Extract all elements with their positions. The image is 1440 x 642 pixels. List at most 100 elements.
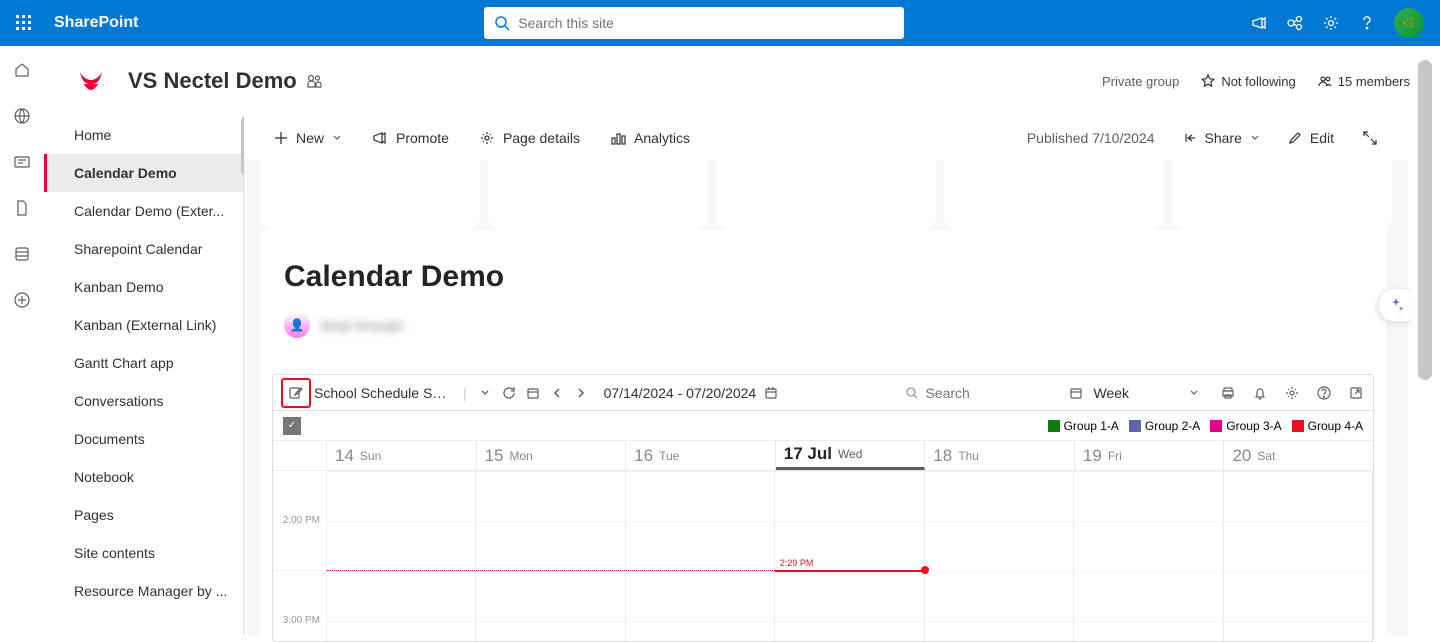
page-scrollbar[interactable] (1418, 60, 1432, 380)
now-label: 2:29 PM (780, 558, 814, 568)
analytics-label: Analytics (634, 130, 690, 146)
gear-icon (479, 130, 495, 146)
calendar-search-input[interactable] (925, 385, 1045, 401)
nav-item[interactable]: Documents (44, 420, 243, 458)
help-icon[interactable] (1315, 384, 1333, 402)
follow-button[interactable]: Not following (1201, 74, 1295, 89)
view-selector[interactable]: Week (1069, 385, 1199, 401)
open-external-icon[interactable] (1347, 384, 1365, 402)
content-card: Calendar Demo 👤 Sergi Sinyugin School Sc… (260, 230, 1386, 635)
connections-icon[interactable] (1286, 14, 1304, 32)
analytics-button[interactable]: Analytics (610, 130, 690, 146)
select-all-checkbox[interactable]: ✓ (283, 417, 301, 435)
user-avatar[interactable]: 🌿 (1394, 8, 1424, 38)
copilot-button[interactable] (1378, 288, 1412, 322)
calendar-search[interactable] (905, 385, 1045, 401)
view-label: Week (1093, 385, 1129, 401)
day-header[interactable]: 20Sat (1224, 441, 1373, 470)
day-header[interactable]: 15Mon (477, 441, 627, 470)
day-header[interactable]: 14Sun (327, 441, 477, 470)
next-icon[interactable] (572, 384, 590, 402)
prev-icon[interactable] (548, 384, 566, 402)
edit-webpart-button[interactable] (281, 378, 311, 408)
today-icon[interactable] (524, 384, 542, 402)
day-header[interactable]: 16Tue (626, 441, 776, 470)
edit-button[interactable]: Edit (1288, 130, 1334, 146)
members-button[interactable]: 15 members (1318, 74, 1410, 89)
day-header[interactable]: 19Fri (1075, 441, 1225, 470)
page-title: Calendar Demo (284, 260, 1386, 294)
nav-item[interactable]: Pages (44, 496, 243, 534)
legend-item[interactable]: Group 1-A (1048, 419, 1119, 433)
share-button[interactable]: Share (1183, 130, 1260, 146)
site-logo[interactable] (74, 64, 108, 98)
tab-placeholder (944, 160, 1164, 230)
nav-item[interactable]: Home (44, 116, 243, 154)
chevron-down-icon[interactable] (476, 384, 494, 402)
nav-item[interactable]: Site contents (44, 534, 243, 572)
calendar-body[interactable]: 2:00 PM3:00 PM 2:29 PM (273, 471, 1373, 641)
promote-button[interactable]: Promote (372, 130, 449, 146)
chevron-down-icon (332, 133, 342, 143)
lists-icon[interactable] (12, 244, 32, 264)
create-icon[interactable] (12, 290, 32, 310)
app-launcher-icon[interactable] (8, 7, 40, 39)
help-icon[interactable] (1358, 14, 1376, 32)
bell-icon[interactable] (1251, 384, 1269, 402)
nav-item[interactable]: Resource Manager by ... (44, 572, 243, 610)
author-avatar[interactable]: 👤 (284, 312, 310, 338)
home-icon[interactable] (12, 60, 32, 80)
legend-item[interactable]: Group 3-A (1210, 419, 1281, 433)
nav-item[interactable]: Notebook (44, 458, 243, 496)
site-title[interactable]: VS Nectel Demo (128, 68, 297, 94)
print-icon[interactable] (1219, 384, 1237, 402)
page-body: Calendar Demo 👤 Sergi Sinyugin School Sc… (244, 160, 1408, 635)
globe-icon[interactable] (12, 106, 32, 126)
brand-label[interactable]: SharePoint (54, 14, 138, 32)
calendar-widget: School Schedule Septe... | 07/14/2024 - … (272, 374, 1374, 642)
plus-icon (274, 131, 288, 145)
nav-item[interactable]: Calendar Demo (Exter... (44, 192, 243, 230)
search-input[interactable] (518, 15, 894, 31)
site-meta: Private group Not following 15 members (1102, 74, 1410, 89)
nav-item[interactable]: Conversations (44, 382, 243, 420)
nav-item[interactable]: Kanban (External Link) (44, 306, 243, 344)
date-picker-icon[interactable] (762, 384, 780, 402)
nav-item[interactable]: Kanban Demo (44, 268, 243, 306)
date-range[interactable]: 07/14/2024 - 07/20/2024 (604, 385, 757, 401)
refresh-icon[interactable] (500, 384, 518, 402)
news-icon[interactable] (12, 152, 32, 172)
follow-label: Not following (1221, 74, 1295, 89)
settings-icon[interactable] (1322, 14, 1340, 32)
suite-actions: 🌿 (1250, 8, 1424, 38)
megaphone-icon[interactable] (1250, 14, 1268, 32)
people-icon (1318, 74, 1332, 88)
search-box[interactable] (484, 7, 904, 39)
privacy-label: Private group (1102, 74, 1179, 89)
settings-icon[interactable] (1283, 384, 1301, 402)
teams-icon[interactable] (305, 72, 323, 90)
day-header[interactable]: 17 JulWed (776, 441, 926, 470)
calendar-source-title[interactable]: School Schedule Septe... (314, 385, 454, 401)
calendar-icon (1069, 386, 1083, 400)
nav-item[interactable]: Gantt Chart app (44, 344, 243, 382)
chevron-down-icon (1189, 388, 1199, 398)
new-button[interactable]: New (274, 130, 342, 146)
files-icon[interactable] (12, 198, 32, 218)
legend-item[interactable]: Group 4-A (1292, 419, 1363, 433)
author-name[interactable]: Sergi Sinyugin (320, 318, 404, 333)
new-label: New (296, 130, 324, 146)
left-nav: HomeCalendar DemoCalendar Demo (Exter...… (44, 116, 244, 635)
day-header[interactable]: 18Thu (925, 441, 1075, 470)
published-label: Published 7/10/2024 (1027, 130, 1155, 146)
share-label: Share (1205, 130, 1242, 146)
nav-item[interactable]: Calendar Demo (44, 154, 243, 192)
expand-icon[interactable] (1362, 130, 1378, 146)
hour-label: 3:00 PM (273, 571, 327, 642)
page-details-button[interactable]: Page details (479, 130, 580, 146)
tab-placeholder (260, 160, 480, 230)
calendar-grid[interactable]: 2:29 PM (327, 471, 1373, 641)
search-icon (494, 15, 510, 31)
legend-item[interactable]: Group 2-A (1129, 419, 1200, 433)
nav-item[interactable]: Sharepoint Calendar (44, 230, 243, 268)
